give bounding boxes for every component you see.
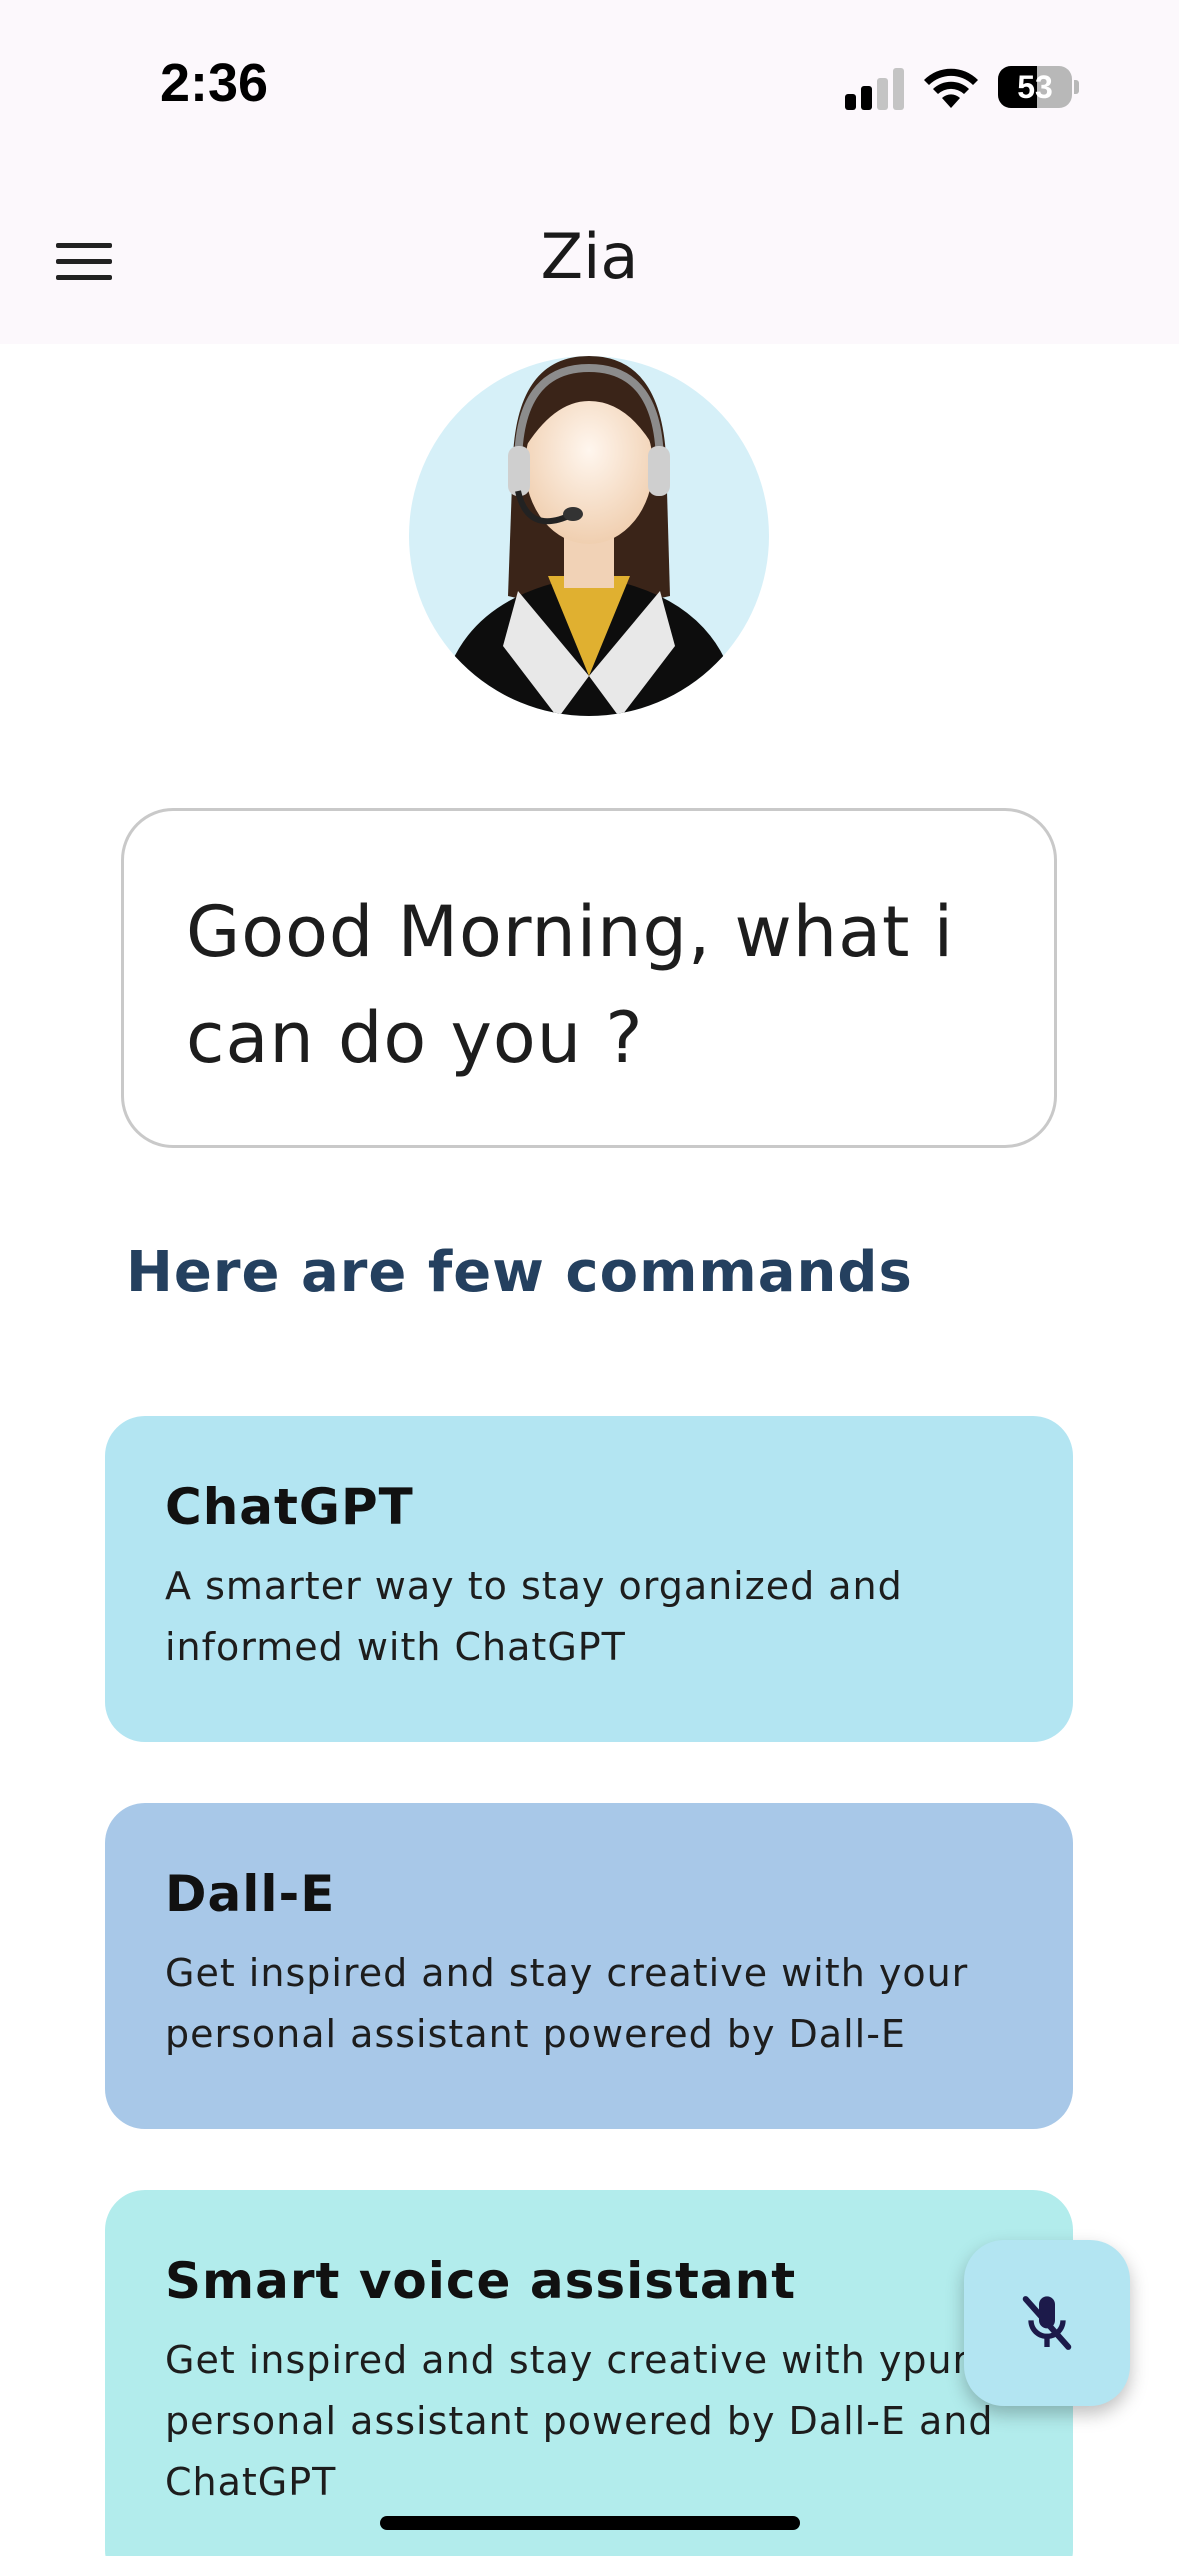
app-title: Zia: [540, 220, 639, 293]
support-agent-avatar-icon: [409, 356, 769, 716]
app-bar: Zia: [0, 180, 1179, 344]
cellular-signal-icon: [845, 68, 905, 110]
command-card-chatgpt[interactable]: ChatGPT A smarter way to stay organized …: [105, 1416, 1073, 1742]
greeting-card: Good Morning, what i can do you ?: [121, 808, 1057, 1148]
card-description: Get inspired and stay creative with ypur…: [165, 2338, 994, 2504]
card-description: Get inspired and stay creative with your…: [165, 1951, 969, 2056]
card-description: A smarter way to stay organized and info…: [165, 1564, 903, 1669]
command-card-smart-voice-assistant[interactable]: Smart voice assistant Get inspired and s…: [105, 2190, 1073, 2556]
battery-level: 53: [1017, 69, 1053, 105]
card-title: Dall-E: [165, 1865, 336, 1923]
home-indicator: [380, 2516, 800, 2530]
battery-icon: 53: [998, 66, 1079, 108]
assistant-avatar: [408, 346, 770, 718]
mic-toggle-button[interactable]: [964, 2240, 1130, 2406]
commands-heading: Here are few commands: [126, 1240, 913, 1305]
wifi-icon: [924, 68, 978, 108]
mic-off-icon: [1022, 2296, 1072, 2350]
status-time: 2:36: [160, 53, 269, 113]
status-bar: 2:36 53: [0, 0, 1179, 180]
card-title: Smart voice assistant: [165, 2252, 797, 2310]
card-title: ChatGPT: [165, 1478, 414, 1536]
command-card-dalle[interactable]: Dall-E Get inspired and stay creative wi…: [105, 1803, 1073, 2129]
greeting-text: Good Morning, what i can do you ?: [186, 891, 955, 1079]
